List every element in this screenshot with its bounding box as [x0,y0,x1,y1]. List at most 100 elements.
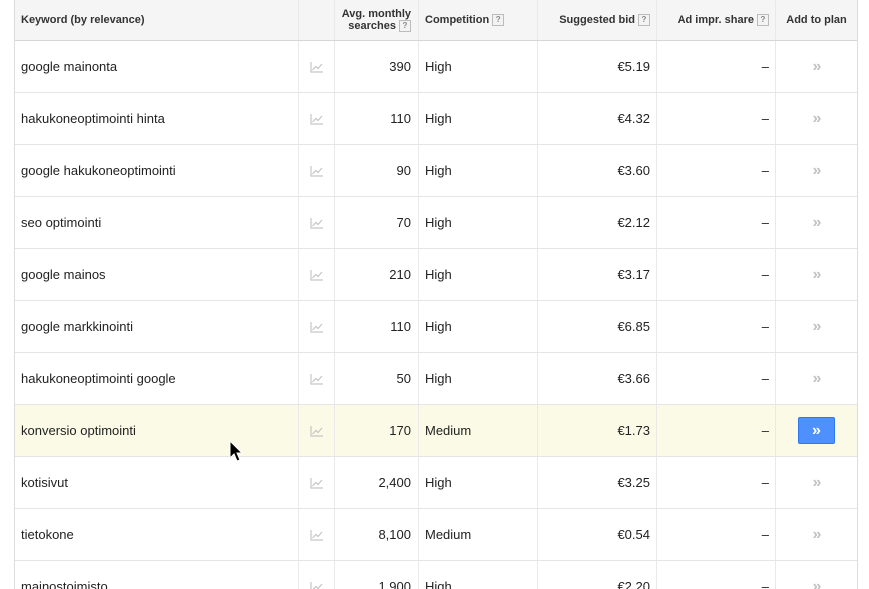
line-chart-icon[interactable] [309,477,324,489]
ad-impr-share-cell: – [657,41,776,92]
trend-cell [299,561,335,589]
add-to-plan-button[interactable]: » [813,58,822,76]
column-header-avg-monthly-searches[interactable]: Avg. monthly searches? [335,0,419,40]
avg-searches-value: 110 [390,111,411,126]
column-header-avg-line2: searches [348,19,396,32]
add-to-plan-button[interactable]: » [813,318,822,336]
competition-value: High [425,371,452,386]
add-to-plan-cell: » [776,457,857,508]
table-row[interactable]: tietokone 8,100 Medium €0.54 – » [15,509,857,561]
avg-searches-value: 110 [390,319,411,334]
keyword-cell: seo optimointi [15,197,299,248]
help-icon[interactable]: ? [399,20,411,33]
line-chart-icon[interactable] [309,581,324,589]
chevron-double-right-icon: » [812,421,821,439]
column-header-avg-line1: Avg. monthly [341,7,411,20]
avg-searches-value: 70 [396,215,411,230]
suggested-bid-cell: €0.54 [538,509,657,560]
suggested-bid-cell: €5.19 [538,41,657,92]
column-header-add-to-plan-label: Add to plan [786,14,847,26]
table-row[interactable]: google markkinointi 110 High €6.85 – » [15,301,857,353]
competition-value: High [425,163,452,178]
table-row[interactable]: konversio optimointi 170 Medium €1.73 – » [15,405,857,457]
add-to-plan-button[interactable]: » [813,214,822,232]
table-row[interactable]: hakukoneoptimointi hinta 110 High €4.32 – » [15,93,857,145]
trend-cell [299,249,335,300]
ad-impr-share-cell: – [657,509,776,560]
column-header-suggested-bid[interactable]: Suggested bid? [538,0,657,40]
add-to-plan-cell: » [776,145,857,196]
line-chart-icon[interactable] [309,217,324,229]
table-row[interactable]: google hakukoneoptimointi 90 High €3.60 – » [15,145,857,197]
add-to-plan-button[interactable]: » [813,474,822,492]
help-icon[interactable]: ? [757,14,769,26]
keyword-text: hakukoneoptimointi hinta [21,111,165,126]
suggested-bid-cell: €2.20 [538,561,657,589]
competition-value: High [425,579,452,589]
ad-impr-share-value: – [761,475,769,490]
line-chart-icon[interactable] [309,529,324,541]
avg-searches-value: 210 [389,267,411,282]
suggested-bid-value: €3.25 [617,475,650,490]
keyword-cell: hakukoneoptimointi google [15,353,299,404]
add-to-plan-cell: » [776,509,857,560]
ad-impr-share-value: – [761,59,769,74]
column-header-keyword[interactable]: Keyword (by relevance) [15,0,299,40]
column-header-ad-impr-share[interactable]: Ad impr. share? [657,0,776,40]
line-chart-icon[interactable] [309,373,324,385]
keyword-cell: google hakukoneoptimointi [15,145,299,196]
column-header-competition[interactable]: Competition? [419,0,538,40]
suggested-bid-cell: €2.12 [538,197,657,248]
avg-searches-cell: 170 [335,405,419,456]
table-row[interactable]: google mainos 210 High €3.17 – » [15,249,857,301]
add-to-plan-cell: » [776,93,857,144]
trend-cell [299,41,335,92]
suggested-bid-cell: €1.73 [538,405,657,456]
avg-searches-cell: 110 [335,93,419,144]
avg-searches-cell: 110 [335,301,419,352]
suggested-bid-cell: €3.60 [538,145,657,196]
help-icon[interactable]: ? [638,14,650,26]
avg-searches-cell: 90 [335,145,419,196]
trend-cell [299,353,335,404]
table-row[interactable]: hakukoneoptimointi google 50 High €3.66 – » [15,353,857,405]
suggested-bid-value: €2.12 [617,215,650,230]
avg-searches-value: 8,100 [378,527,411,542]
add-to-plan-button[interactable]: » [813,266,822,284]
avg-searches-value: 1,900 [378,579,411,589]
table-row[interactable]: seo optimointi 70 High €2.12 – » [15,197,857,249]
competition-cell: High [419,197,538,248]
competition-cell: Medium [419,509,538,560]
table-header: Keyword (by relevance) Avg. monthly sear… [15,0,857,41]
ad-impr-share-cell: – [657,353,776,404]
line-chart-icon[interactable] [309,269,324,281]
trend-cell [299,197,335,248]
add-to-plan-button[interactable]: » [813,526,822,544]
competition-value: High [425,215,452,230]
add-to-plan-cell: » [776,405,857,456]
table-row[interactable]: kotisivut 2,400 High €3.25 – » [15,457,857,509]
help-icon[interactable]: ? [492,14,505,26]
line-chart-icon[interactable] [309,425,324,437]
suggested-bid-value: €0.54 [617,527,650,542]
line-chart-icon[interactable] [309,113,324,125]
table-row[interactable]: google mainonta 390 High €5.19 – » [15,41,857,93]
keyword-cell: tietokone [15,509,299,560]
add-to-plan-cell: » [776,197,857,248]
add-to-plan-button[interactable]: » [813,162,822,180]
suggested-bid-value: €3.17 [617,267,650,282]
keyword-text: tietokone [21,527,74,542]
ad-impr-share-value: – [761,527,769,542]
table-row[interactable]: mainostoimisto 1,900 High €2.20 – » [15,561,857,589]
line-chart-icon[interactable] [309,165,324,177]
keyword-ideas-table: Keyword (by relevance) Avg. monthly sear… [14,0,858,589]
ad-impr-share-value: – [761,215,769,230]
add-to-plan-cell: » [776,561,857,589]
line-chart-icon[interactable] [309,321,324,333]
suggested-bid-cell: €6.85 [538,301,657,352]
add-to-plan-button[interactable]: » [813,370,822,388]
add-to-plan-button[interactable]: » [813,110,822,128]
add-to-plan-button[interactable]: » [798,417,835,444]
line-chart-icon[interactable] [309,61,324,73]
add-to-plan-button[interactable]: » [813,578,822,589]
